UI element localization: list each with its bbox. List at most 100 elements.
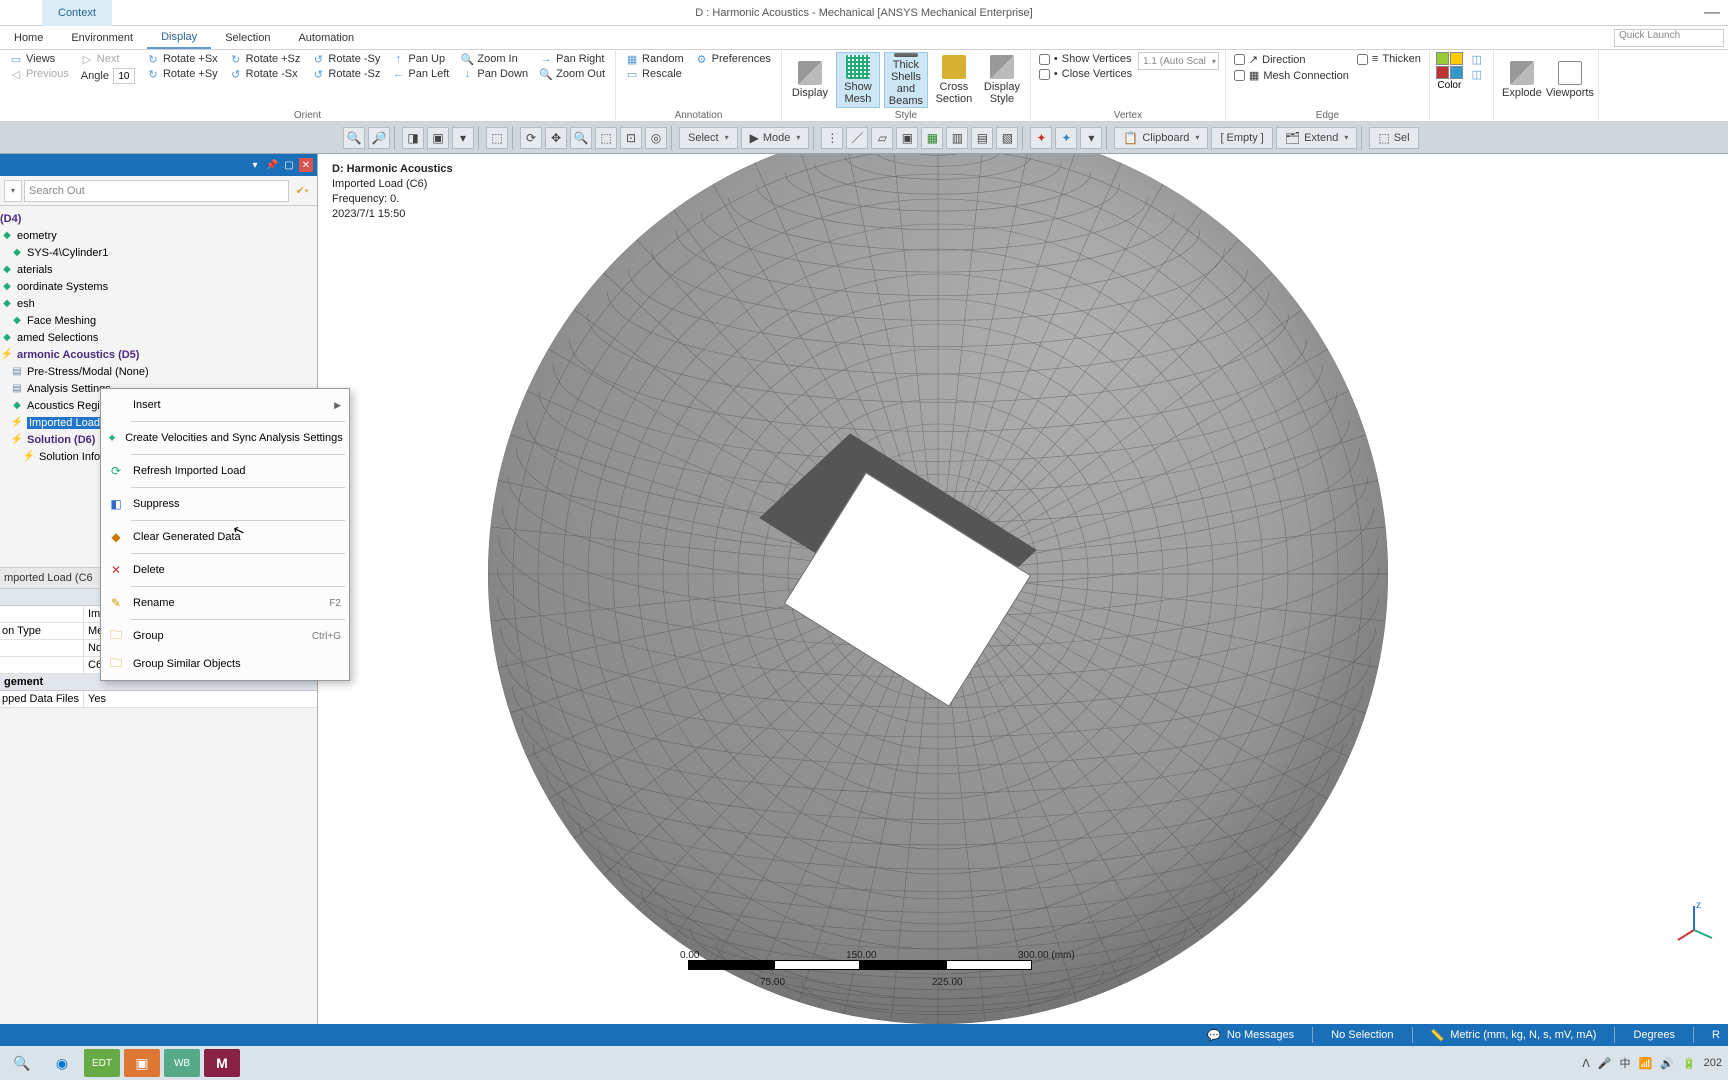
mode-button[interactable]: ▶ Mode▾ [741,127,810,149]
graphics-viewport[interactable]: D: Harmonic Acoustics Imported Load (C6)… [318,154,1728,1024]
menu-group[interactable]: 🗀GroupCtrl+G [101,622,349,650]
window-select-button[interactable]: ⬚ [486,127,508,149]
edge-filter[interactable]: ／ [846,127,868,149]
zoom-fit-button[interactable]: 🔍 [343,127,365,149]
select-all-button[interactable]: ⬚ Sel [1369,127,1418,149]
edge-shade-1[interactable]: ◫ [1467,52,1487,66]
tree-materials[interactable]: ◆aterials [0,261,317,278]
previous-button[interactable]: ◁Previous [6,67,73,81]
pan-down-button[interactable]: ↓Pan Down [457,67,532,81]
status-messages[interactable]: 💬No Messages [1207,1029,1294,1042]
rotate-nsy-button[interactable]: ↺Rotate -Sy [308,52,384,66]
tree-facemesh[interactable]: ◆Face Meshing [0,312,317,329]
search-scope-dropdown[interactable]: ▾ [4,180,22,202]
zoom-button[interactable]: 🔍 [570,127,592,149]
rotate-nsx-button[interactable]: ↺Rotate -Sx [226,67,305,81]
tab-environment[interactable]: Environment [57,26,147,49]
rotate-button[interactable]: ⟳ [520,127,542,149]
tab-display[interactable]: Display [147,26,211,49]
app-icon-3[interactable]: WB [164,1049,200,1077]
tree-prestress[interactable]: ▤Pre-Stress/Modal (None) [0,363,317,380]
views-button[interactable]: ▭Views [6,52,73,66]
mesh-conn-check[interactable]: ▦Mesh Connection [1232,68,1351,83]
edge-icon[interactable]: ◉ [44,1049,80,1077]
coords2-button[interactable]: ✦ [1055,127,1077,149]
menu-refresh[interactable]: ⟳Refresh Imported Load [101,457,349,485]
app-icon-4[interactable]: M [204,1049,240,1077]
rotate-sy-button[interactable]: ↻Rotate +Sy [143,67,222,81]
tab-home[interactable]: Home [0,26,57,49]
tree-mesh[interactable]: ◆esh [0,295,317,312]
filter-8[interactable]: ▧ [996,127,1018,149]
vertex-filter[interactable]: ⋮ [821,127,843,149]
search-icon[interactable]: 🔍 [4,1049,40,1077]
tab-automation[interactable]: Automation [284,26,368,49]
volume-icon[interactable]: 🔊 [1660,1057,1674,1070]
color-swatches[interactable] [1436,52,1463,79]
orientation-triad[interactable]: z [1672,900,1716,944]
menu-group-similar[interactable]: 🗀Group Similar Objects [101,650,349,678]
edge-shade-2[interactable]: ◫ [1467,67,1487,81]
show-vertices-check[interactable]: •Show Vertices [1037,52,1134,66]
face-filter[interactable]: ▱ [871,127,893,149]
menu-rename[interactable]: ✎RenameF2 [101,589,349,617]
tree-model[interactable]: (D4) [0,210,317,227]
empty-button[interactable]: [ Empty ] [1211,127,1272,149]
wifi-icon[interactable]: 📶 [1639,1057,1653,1070]
extend-button[interactable]: 🗂 Extend▾ [1276,127,1358,149]
tree-cylinder[interactable]: ◆SYS-4\Cylinder1 [0,244,317,261]
rotate-sz-button[interactable]: ↻Rotate +Sz [226,52,305,66]
body-filter[interactable]: ▣ [896,127,918,149]
viewports-button[interactable]: Viewports [1548,52,1592,108]
iso-view-button[interactable]: ◨ [402,127,424,149]
rotate-sx-button[interactable]: ↻Rotate +Sx [143,52,222,66]
zoom-out-button[interactable]: 🔍Zoom Out [536,67,609,81]
select-button[interactable]: Select▾ [679,127,738,149]
panel-window-icon[interactable]: ▢ [282,158,296,172]
window-minimize-icon[interactable]: — [1704,4,1720,22]
menu-insert[interactable]: Insert▶ [101,391,349,419]
pan-button[interactable]: ✥ [545,127,567,149]
close-vertices-check[interactable]: •Close Vertices [1037,67,1134,81]
panel-dropdown-icon[interactable]: ▾ [248,158,262,172]
zoom-in-button[interactable]: 🔍Zoom In [457,52,532,66]
pan-right-button[interactable]: →Pan Right [536,52,609,66]
clock[interactable]: 202 [1704,1057,1722,1069]
menu-create-velocities[interactable]: ✦Create Velocities and Sync Analysis Set… [101,424,349,452]
pan-left-button[interactable]: ←Pan Left [388,67,453,81]
display-style-button[interactable]: Display Style [980,52,1024,108]
clipboard-button[interactable]: 📋 Clipboard▾ [1114,127,1208,149]
search-input[interactable]: Search Out [24,180,289,202]
tray-up-icon[interactable]: ᐱ [1582,1057,1590,1070]
thick-shells-button[interactable]: Thick Shells and Beams [884,52,928,108]
menu-delete[interactable]: ✕Delete [101,556,349,584]
tree-coord[interactable]: ◆oordinate Systems [0,278,317,295]
top-view-button[interactable]: ▣ [427,127,449,149]
tree-named[interactable]: ◆amed Selections [0,329,317,346]
menu-suppress[interactable]: ◧Suppress [101,490,349,518]
app-icon-1[interactable]: EDT [84,1049,120,1077]
next-button[interactable]: ▷Next [77,52,139,66]
menu-clear-generated[interactable]: ◆Clear Generated Data [101,523,349,551]
show-mesh-button[interactable]: Show Mesh [836,52,880,108]
random-button[interactable]: ▦Random [622,52,688,66]
element-filter[interactable]: ▥ [946,127,968,149]
property-row[interactable]: pped Data FilesYes [0,691,317,708]
direction-check[interactable]: ↗Direction [1232,52,1351,67]
zoom-sel-button[interactable]: 🔎 [368,127,390,149]
app-icon-2[interactable]: ▣ [124,1049,160,1077]
tab-selection[interactable]: Selection [211,26,284,49]
panel-close-icon[interactable]: ✕ [299,158,313,172]
pan-up-button[interactable]: ↑Pan Up [388,52,453,66]
preferences-button[interactable]: ⚙Preferences [692,52,775,66]
view-switch-button[interactable]: ◎ [645,127,667,149]
filter-dropdown[interactable]: ✔▾ [291,180,313,202]
rotate-nsz-button[interactable]: ↺Rotate -Sz [308,67,384,81]
coords3-button[interactable]: ▾ [1080,127,1102,149]
node-filter[interactable]: ▦ [921,127,943,149]
display-button[interactable]: Display [788,52,832,108]
explode-button[interactable]: Explode [1500,52,1544,108]
autoscale-dropdown[interactable]: 1.1 (Auto Scal [1138,52,1219,70]
ime-icon[interactable]: 中 [1620,1055,1631,1071]
angle-input[interactable] [113,68,135,84]
